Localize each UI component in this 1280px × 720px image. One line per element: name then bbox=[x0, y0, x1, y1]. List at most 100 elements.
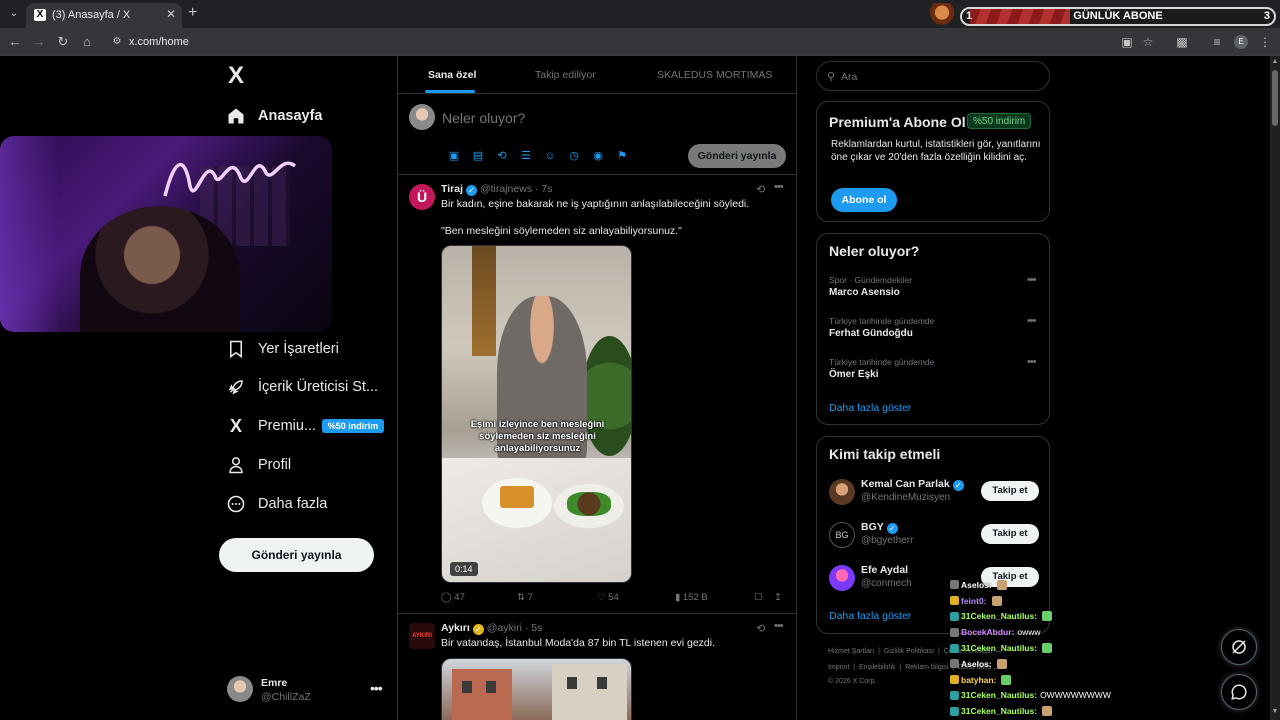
compose-input[interactable]: Neler oluyor? bbox=[442, 110, 525, 126]
tweet-time[interactable]: · 7s bbox=[535, 183, 553, 195]
forward-icon[interactable]: → bbox=[31, 34, 47, 50]
follow-avatar[interactable] bbox=[829, 565, 855, 591]
scroll-down-icon[interactable]: ▼ bbox=[1270, 708, 1280, 718]
grok-floating-button[interactable] bbox=[1221, 629, 1257, 665]
home-icon[interactable]: ⌂ bbox=[79, 34, 95, 50]
grok-icon[interactable]: ⟲ bbox=[490, 148, 514, 164]
menu-icon[interactable]: ⋮ bbox=[1257, 34, 1273, 50]
emoji-icon[interactable]: ☺ bbox=[538, 148, 562, 164]
follow-button[interactable]: Takip et bbox=[981, 524, 1039, 544]
image-icon[interactable]: ▣ bbox=[442, 148, 466, 164]
account-more-icon[interactable]: ••• bbox=[370, 680, 383, 696]
tweet-avatar[interactable]: AYKIRI bbox=[409, 623, 435, 649]
chat-badge-icon bbox=[950, 627, 959, 637]
nav-item-home[interactable]: Anasayfa bbox=[226, 102, 322, 130]
nav-item-premium[interactable]: X Premiu... bbox=[226, 412, 316, 440]
like-button[interactable]: ♡ 54 bbox=[597, 592, 619, 603]
trend-more-icon[interactable]: ••• bbox=[1027, 356, 1037, 368]
grok-icon[interactable]: ⟲ bbox=[756, 183, 765, 196]
post-button[interactable]: Gönderi yayınla bbox=[219, 538, 374, 572]
trend-name[interactable]: Marco Asensio bbox=[829, 287, 900, 298]
views-button[interactable]: ▮ 152 B bbox=[675, 592, 708, 603]
trend-more-icon[interactable]: ••• bbox=[1027, 315, 1037, 327]
trend-name[interactable]: Ferhat Gündoğdu bbox=[829, 328, 913, 339]
tweet-author-name[interactable]: Tiraj bbox=[441, 183, 463, 195]
scroll-up-icon[interactable]: ▲ bbox=[1270, 58, 1280, 68]
tweet-time[interactable]: · 5s bbox=[525, 622, 543, 634]
compose-avatar[interactable] bbox=[409, 104, 435, 130]
chat-username: Aselos: bbox=[961, 658, 992, 669]
tweet-author-handle[interactable]: @aykiri bbox=[487, 622, 522, 634]
page-scrollbar[interactable]: ▲ ▼ bbox=[1270, 56, 1280, 720]
search-box[interactable]: ⚲ Ara bbox=[816, 61, 1050, 91]
footer-link[interactable]: Imprint bbox=[828, 664, 849, 671]
tab-list-chevron-icon[interactable]: ⌄ bbox=[4, 4, 24, 24]
nav-item-more[interactable]: Daha fazla bbox=[226, 490, 327, 518]
poll-icon[interactable]: ☰ bbox=[514, 148, 538, 164]
tweet-avatar[interactable]: Ü bbox=[409, 184, 435, 210]
reload-icon[interactable]: ↻ bbox=[55, 34, 71, 50]
back-icon[interactable]: ← bbox=[7, 34, 23, 50]
account-handle[interactable]: @ChillZaZ bbox=[261, 691, 311, 703]
scrollbar-thumb[interactable] bbox=[1272, 70, 1278, 126]
address-bar[interactable]: x.com/home bbox=[129, 36, 189, 48]
tweet-video[interactable]: Eşimi izleyince ben mesleğini söylemeden… bbox=[441, 245, 632, 583]
gif-icon[interactable]: ▤ bbox=[466, 148, 490, 164]
bookmark-icon[interactable]: ☐ bbox=[754, 592, 763, 603]
account-name[interactable]: Emre bbox=[261, 677, 287, 689]
browser-profile-avatar[interactable]: E bbox=[1234, 35, 1248, 49]
x-logo-icon[interactable]: X bbox=[224, 64, 248, 88]
browser-tab[interactable]: X (3) Anasayfa / X ✕ bbox=[26, 3, 182, 28]
messages-floating-button[interactable] bbox=[1221, 674, 1257, 710]
extensions-icon[interactable]: ▩ bbox=[1174, 34, 1190, 50]
tweet-more-icon[interactable]: ••• bbox=[774, 181, 784, 193]
nav-item-creator-studio[interactable]: İçerik Üreticisi St... bbox=[226, 373, 378, 401]
follow-name[interactable]: Efe Aydal bbox=[861, 564, 908, 576]
tab-following[interactable]: Takip ediliyor bbox=[535, 69, 596, 81]
chat-message: feint0: bbox=[950, 593, 1150, 609]
who-to-follow-show-more[interactable]: Daha fazla göster bbox=[829, 610, 911, 622]
tab-search-icon[interactable]: ≡ bbox=[1209, 34, 1225, 50]
close-tab-icon[interactable]: ✕ bbox=[166, 7, 176, 21]
footer-link[interactable]: Hizmet Şartları bbox=[828, 648, 874, 655]
footer-link[interactable]: Reklam bilgisi bbox=[905, 664, 948, 671]
share-icon[interactable]: ↥ bbox=[774, 592, 782, 603]
reply-button[interactable]: ◯ 47 bbox=[441, 592, 465, 603]
footer-link[interactable]: Erişilebilirlik bbox=[859, 664, 896, 671]
who-to-follow-title: Kimi takip etmeli bbox=[829, 446, 941, 462]
flag-icon[interactable]: ⚑ bbox=[610, 148, 634, 164]
webcam-light bbox=[0, 136, 60, 332]
follow-name[interactable]: BGY ✓ bbox=[861, 521, 901, 534]
trends-show-more[interactable]: Daha fazla göster bbox=[829, 402, 911, 414]
tab-skaledus-mortimas[interactable]: SKALEDUS MORTIMAS bbox=[657, 69, 772, 81]
tweet-more-icon[interactable]: ••• bbox=[774, 620, 784, 632]
tweet-actions: ◯ 47 ⇅ 7 ♡ 54 ▮ 152 B ☐ ↥ bbox=[441, 592, 787, 606]
tweet-author-name[interactable]: Aykırı bbox=[441, 622, 470, 634]
tweet-author-handle[interactable]: @tirajnews bbox=[480, 183, 532, 195]
schedule-icon[interactable]: ◷ bbox=[562, 148, 586, 164]
tweet-image[interactable] bbox=[441, 658, 632, 720]
repost-button[interactable]: ⇅ 7 bbox=[517, 592, 533, 603]
cast-icon[interactable]: ▣ bbox=[1119, 34, 1135, 50]
search-input[interactable]: Ara bbox=[841, 71, 857, 83]
tab-for-you[interactable]: Sana özel bbox=[428, 69, 476, 81]
follow-avatar[interactable]: BG bbox=[829, 522, 855, 548]
nav-item-bookmarks[interactable]: Yer İşaretleri bbox=[226, 335, 339, 363]
location-icon[interactable]: ◉ bbox=[586, 148, 610, 164]
grok-icon[interactable]: ⟲ bbox=[756, 622, 765, 635]
new-tab-icon[interactable]: + bbox=[188, 4, 197, 22]
site-info-icon[interactable]: ⚙ bbox=[110, 35, 124, 49]
trends-title: Neler oluyor? bbox=[829, 243, 920, 259]
nav-item-profile[interactable]: Profil bbox=[226, 451, 291, 479]
trend-name[interactable]: Ömer Eşki bbox=[829, 369, 878, 380]
compose-post-button[interactable]: Gönderi yayınla bbox=[688, 144, 786, 168]
subscribe-button[interactable]: Abone ol bbox=[831, 188, 897, 212]
chat-emote-icon bbox=[1042, 706, 1053, 717]
footer-link[interactable]: Gizlilik Politikası bbox=[884, 648, 934, 655]
trend-more-icon[interactable]: ••• bbox=[1027, 274, 1037, 286]
account-avatar[interactable] bbox=[227, 676, 253, 702]
follow-name[interactable]: Kemal Can Parlak ✓ bbox=[861, 478, 967, 491]
follow-button[interactable]: Takip et bbox=[981, 481, 1039, 501]
bookmark-star-icon[interactable]: ☆ bbox=[1140, 34, 1156, 50]
follow-avatar[interactable] bbox=[829, 479, 855, 505]
